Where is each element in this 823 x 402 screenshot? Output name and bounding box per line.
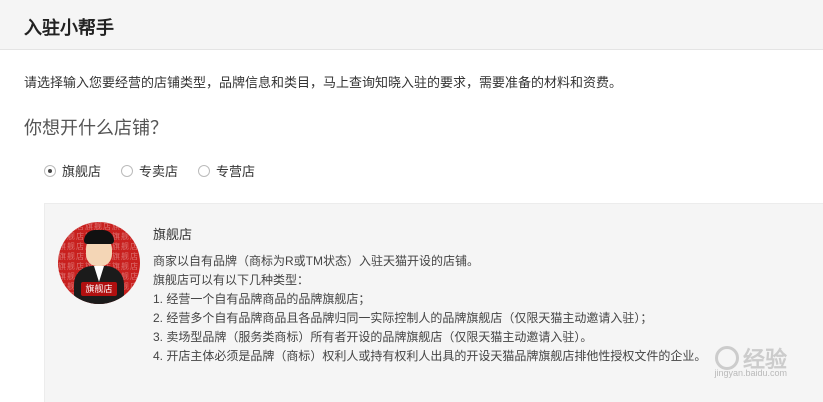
- watermark-url: jingyan.baidu.com: [714, 368, 787, 378]
- flagship-store-avatar: 旗舰店旗舰店旗舰店旗舰店旗舰店旗舰店旗舰店旗舰店旗舰店旗舰店旗舰店旗舰店旗舰店旗…: [58, 222, 140, 304]
- radio-button-selected[interactable]: [44, 164, 56, 177]
- store-type-radio-group: 旗舰店 专卖店 专营店: [44, 161, 255, 180]
- radio-label: 专卖店: [139, 164, 179, 179]
- detail-line: 4. 开店主体必须是品牌（商标）权利人或持有权利人出具的开设天猫品牌旗舰店排他性…: [153, 349, 707, 363]
- detail-line: 3. 卖场型品牌（服务类商标）所有者开设的品牌旗舰店（仅限天猫主动邀请入驻）。: [153, 330, 593, 344]
- radio-label: 旗舰店: [62, 164, 102, 179]
- radio-button[interactable]: [121, 164, 134, 177]
- avatar-hair: [84, 230, 114, 244]
- detail-line: 1. 经营一个自有品牌商品的品牌旗舰店；: [153, 292, 371, 306]
- radio-flagship-store[interactable]: 旗舰店: [44, 161, 101, 180]
- detail-line: 商家以自有品牌（商标为R或TM状态）入驻天猫开设的店铺。: [153, 254, 479, 268]
- avatar-tag: 旗舰店: [81, 282, 117, 296]
- detail-title: 旗舰店: [153, 227, 193, 242]
- radio-specialty-store[interactable]: 专营店: [198, 161, 255, 180]
- header-bar: 入驻小帮手: [0, 0, 823, 50]
- store-type-question: 你想开什么店铺？: [24, 118, 168, 138]
- radio-button[interactable]: [198, 164, 211, 177]
- radio-label: 专营店: [216, 164, 256, 179]
- detail-line: 旗舰店可以有以下几种类型：: [153, 273, 310, 287]
- baidu-jingyan-watermark: 经验 jingyan.baidu.com: [714, 342, 787, 378]
- store-type-description: 旗舰店 商家以自有品牌（商标为R或TM状态）入驻天猫开设的店铺。 旗舰店可以有以…: [153, 225, 706, 366]
- intro-text: 请选择输入您要经营的店铺类型，品牌信息和类目，马上查询知晓入驻的要求，需要准备的…: [24, 75, 623, 90]
- store-type-detail-panel: 旗舰店旗舰店旗舰店旗舰店旗舰店旗舰店旗舰店旗舰店旗舰店旗舰店旗舰店旗舰店旗舰店旗…: [44, 203, 823, 402]
- radio-exclusive-store[interactable]: 专卖店: [121, 161, 178, 180]
- page-title: 入驻小帮手: [24, 18, 114, 38]
- detail-line: 2. 经营多个自有品牌商品且各品牌归同一实际控制人的品牌旗舰店（仅限天猫主动邀请…: [153, 311, 653, 325]
- paw-icon: [714, 346, 739, 370]
